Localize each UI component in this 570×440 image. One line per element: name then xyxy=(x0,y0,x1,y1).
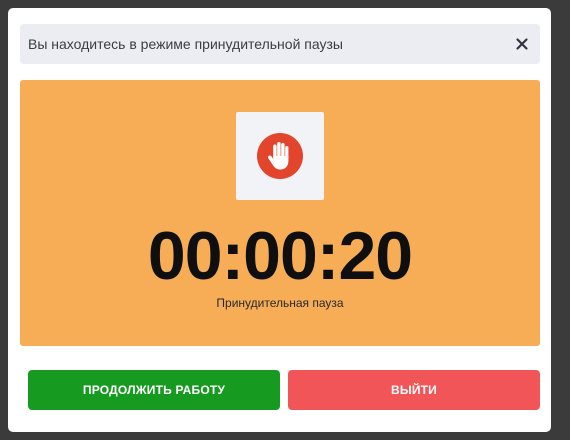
close-icon xyxy=(516,38,528,50)
forced-pause-dialog: Вы находитесь в режиме принудительной па… xyxy=(8,8,551,432)
dialog-header: Вы находитесь в режиме принудительной па… xyxy=(20,24,540,64)
pause-icon-card xyxy=(236,112,324,200)
continue-work-button[interactable]: ПРОДОЛЖИТЬ РАБОТУ xyxy=(28,370,280,410)
pause-panel: 00:00:20 Принудительная пауза xyxy=(20,80,540,346)
stop-hand-icon xyxy=(257,133,303,179)
close-button[interactable] xyxy=(508,30,536,58)
exit-button[interactable]: ВЫЙТИ xyxy=(288,370,540,410)
pause-timer: 00:00:20 xyxy=(147,218,413,294)
dialog-title: Вы находитесь в режиме принудительной па… xyxy=(28,36,343,52)
pause-caption: Принудительная пауза xyxy=(216,296,344,310)
